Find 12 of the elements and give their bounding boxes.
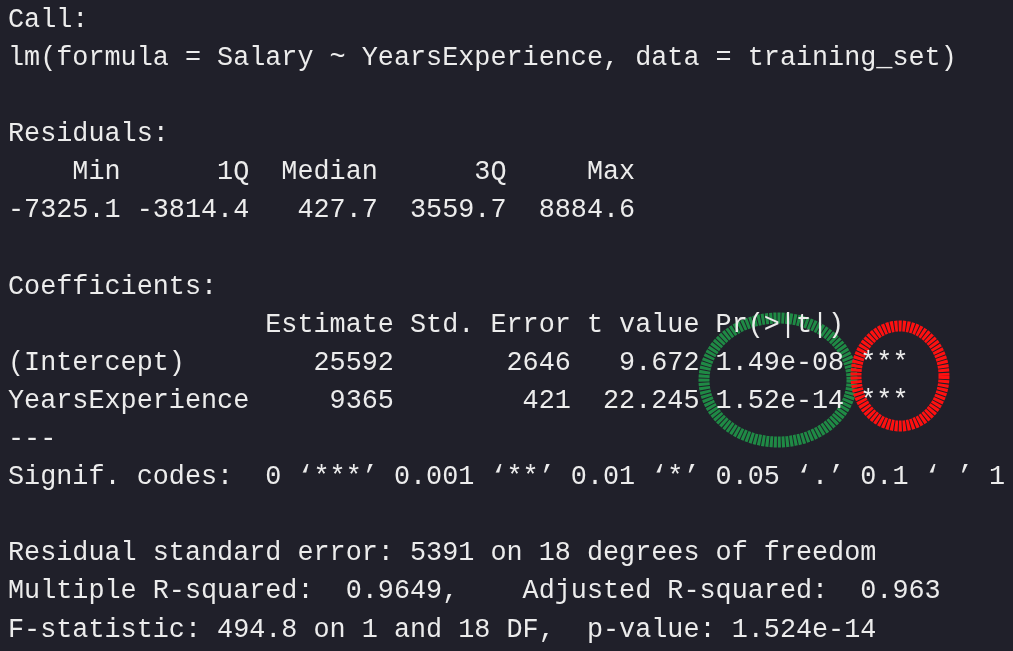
console-line: ---	[8, 423, 57, 457]
console-line: Call:	[8, 4, 89, 37]
console-line: Coefficients:	[8, 270, 218, 304]
console-line: Multiple R-squared: 0.9649, Adjusted R-squared: 0.963	[8, 575, 941, 609]
console-line: Residuals:	[8, 118, 169, 152]
console-line: Signif. codes: 0 ‘***’ 0.001 ‘**’ 0.01 ‘*’ 0.05 ‘.’ 0.1 ‘ ’ 1	[8, 461, 1005, 495]
console-line: lm(formula = Salary ~ YearsExperience, data = training_set)	[8, 42, 957, 76]
console-line: Residual standard error: 5391 on 18 degrees of freedom	[8, 537, 877, 571]
console-line: -7325.1 -3814.4 427.7 3559.7 8884.6	[8, 194, 636, 228]
console-line: Estimate Std. Error t value Pr(>|t|)	[264, 308, 845, 342]
console-line: F-statistic: 494.8 on 1 and 18 DF, p-value: 1.524e-14	[8, 613, 877, 647]
console-line: Min 1Q Median 3Q Max	[71, 156, 636, 190]
